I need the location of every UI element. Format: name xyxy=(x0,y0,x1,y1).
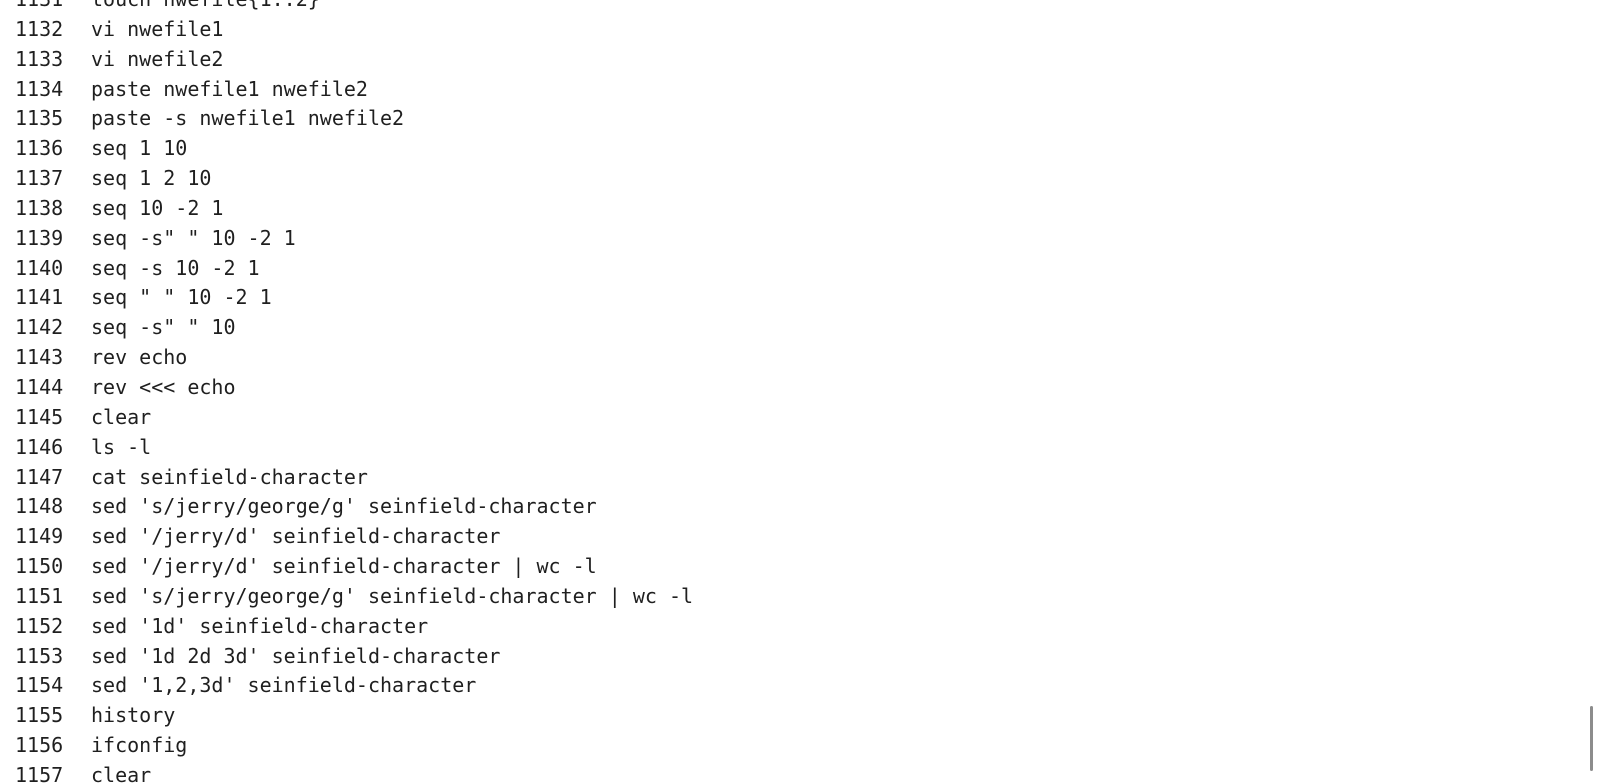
history-row: 1133 vi nwefile2 xyxy=(0,45,1580,75)
history-command: ifconfig xyxy=(91,733,188,758)
history-number: 1146 xyxy=(15,434,64,459)
history-number: 1150 xyxy=(15,554,64,579)
history-command: sed '1d' seinfield-character xyxy=(91,613,429,638)
vertical-scrollbar[interactable] xyxy=(1586,0,1600,783)
history-number: 1140 xyxy=(15,255,64,280)
history-row: 1152 sed '1d' seinfield-character xyxy=(0,612,1580,642)
history-number: 1135 xyxy=(15,106,64,131)
history-number: 1141 xyxy=(15,285,64,310)
history-number: 1151 xyxy=(15,583,64,608)
history-number: 1149 xyxy=(15,524,64,549)
history-command: sed '1,2,3d' seinfield-character xyxy=(91,673,477,698)
history-number: 1147 xyxy=(15,464,64,489)
history-number: 1148 xyxy=(15,494,64,519)
history-command: vi nwefile1 xyxy=(91,16,224,41)
history-command: seq -s" " 10 xyxy=(91,315,236,340)
history-command: touch nwefile{1..2} xyxy=(91,0,320,15)
history-command: seq -s" " 10 -2 1 xyxy=(91,225,296,250)
history-row: 1135 paste -s nwefile1 nwefile2 xyxy=(0,104,1580,134)
history-list: 1131touch nwefile{1..2}1132vi nwefile111… xyxy=(0,0,1580,783)
history-row: 1156 ifconfig xyxy=(0,731,1580,761)
history-command: clear xyxy=(91,404,152,429)
history-command: seq " " 10 -2 1 xyxy=(91,285,272,310)
history-row: 1132 vi nwefile1 xyxy=(0,15,1580,45)
history-number: 1156 xyxy=(15,733,64,758)
history-number: 1133 xyxy=(15,46,64,71)
history-row: 1134 paste nwefile1 nwefile2 xyxy=(0,75,1580,105)
history-row: 1136 seq 1 10 xyxy=(0,134,1580,164)
history-row: 1140 seq -s 10 -2 1 xyxy=(0,254,1580,284)
history-number: 1131 xyxy=(15,0,75,15)
scrollbar-thumb[interactable] xyxy=(1590,706,1593,771)
history-command: sed 's/jerry/george/g' seinfield-charact… xyxy=(91,494,597,519)
history-command: paste nwefile1 nwefile2 xyxy=(91,76,368,101)
history-row: 1151 sed 's/jerry/george/g' seinfield-cha… xyxy=(0,582,1580,612)
history-number: 1132 xyxy=(15,16,64,41)
history-command: sed 's/jerry/george/g' seinfield-charact… xyxy=(91,583,694,608)
history-number: 1154 xyxy=(15,673,64,698)
history-number: 1136 xyxy=(15,136,64,161)
history-row: 1155 history xyxy=(0,701,1580,731)
history-number: 1137 xyxy=(15,166,64,191)
history-row: 1146 ls -l xyxy=(0,433,1580,463)
history-command: ls -l xyxy=(91,434,152,459)
history-command: rev <<< echo xyxy=(91,374,236,399)
history-command: clear xyxy=(91,762,152,783)
history-command: paste -s nwefile1 nwefile2 xyxy=(91,106,405,131)
history-row: 1138 seq 10 -2 1 xyxy=(0,194,1580,224)
history-command: sed '/jerry/d' seinfield-character xyxy=(91,524,501,549)
history-command: seq 1 2 10 xyxy=(91,166,212,191)
history-row: 1149 sed '/jerry/d' seinfield-character xyxy=(0,522,1580,552)
history-number: 1134 xyxy=(15,76,64,101)
history-row: 1142 seq -s" " 10 xyxy=(0,313,1580,343)
terminal-output[interactable]: 1131touch nwefile{1..2}1132vi nwefile111… xyxy=(0,0,1600,783)
history-row: 1157 clear xyxy=(0,761,1580,783)
history-row: 1131 touch nwefile{1..2} xyxy=(0,0,1580,15)
history-number: 1157 xyxy=(15,762,64,783)
history-number: 1142 xyxy=(15,315,64,340)
history-row: 1154 sed '1,2,3d' seinfield-character xyxy=(0,671,1580,701)
history-command: cat seinfield-character xyxy=(91,464,368,489)
history-command: seq -s 10 -2 1 xyxy=(91,255,260,280)
history-number: 1144 xyxy=(15,374,64,399)
history-row: 1144 rev <<< echo xyxy=(0,373,1580,403)
history-command: seq 1 10 xyxy=(91,136,188,161)
history-row: 1141 seq " " 10 -2 1 xyxy=(0,283,1580,313)
history-number: 1153 xyxy=(15,643,64,668)
history-row: 1147 cat seinfield-character xyxy=(0,463,1580,493)
history-number: 1145 xyxy=(15,404,64,429)
history-command: seq 10 -2 1 xyxy=(91,195,224,220)
history-command: sed '1d 2d 3d' seinfield-character xyxy=(91,643,501,668)
history-number: 1139 xyxy=(15,225,64,250)
history-command: history xyxy=(91,703,176,728)
history-command: rev echo xyxy=(91,345,188,370)
history-row: 1150 sed '/jerry/d' seinfield-character |… xyxy=(0,552,1580,582)
history-row: 1143 rev echo xyxy=(0,343,1580,373)
history-command: sed '/jerry/d' seinfield-character | wc … xyxy=(91,554,597,579)
history-command: vi nwefile2 xyxy=(91,46,224,71)
history-number: 1138 xyxy=(15,195,64,220)
history-number: 1155 xyxy=(15,703,64,728)
history-row: 1137 seq 1 2 10 xyxy=(0,164,1580,194)
history-row: 1139 seq -s" " 10 -2 1 xyxy=(0,224,1580,254)
history-row: 1148 sed 's/jerry/george/g' seinfield-cha… xyxy=(0,492,1580,522)
history-row: 1145 clear xyxy=(0,403,1580,433)
history-row: 1153 sed '1d 2d 3d' seinfield-character xyxy=(0,642,1580,672)
history-number: 1152 xyxy=(15,613,64,638)
history-number: 1143 xyxy=(15,345,64,370)
